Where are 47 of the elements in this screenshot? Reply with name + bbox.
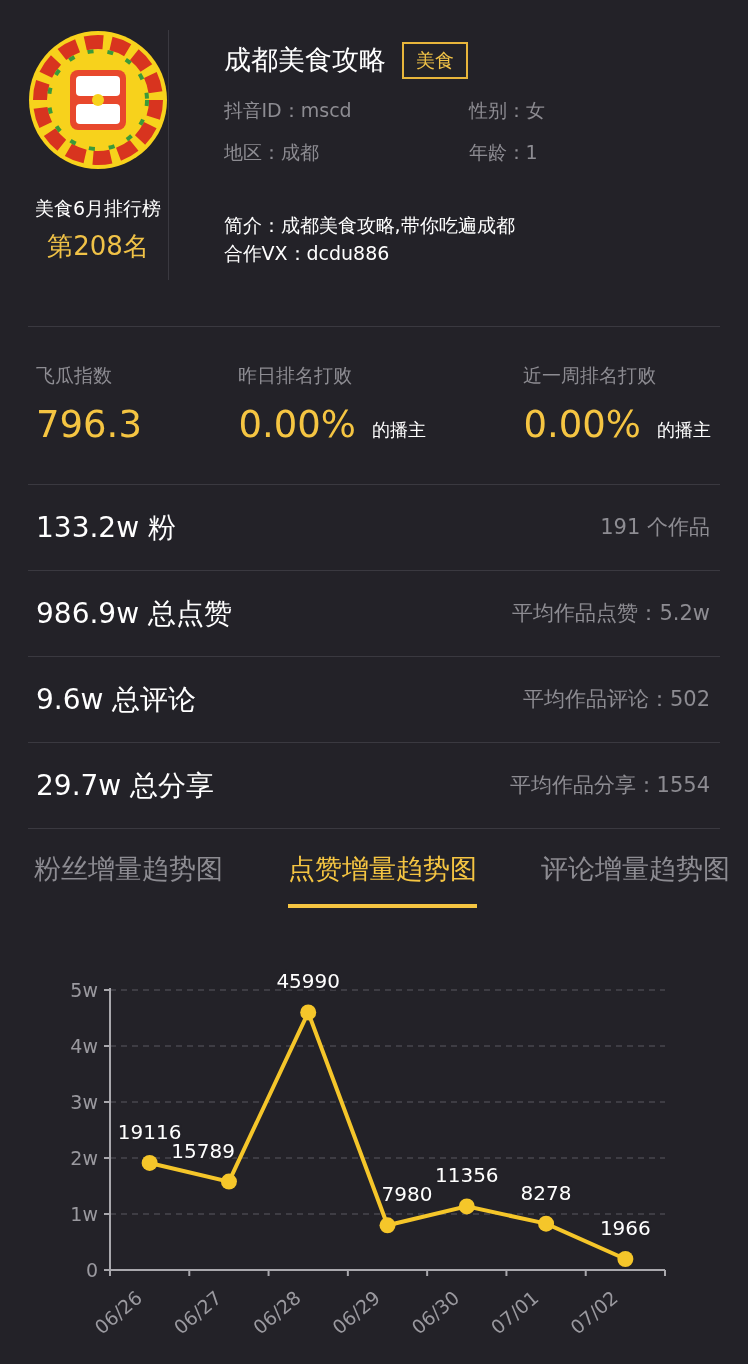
y-tick-label: 2w	[70, 1147, 98, 1169]
stat-value: 986.9w 总点赞	[36, 595, 232, 632]
chart-tab[interactable]: 粉丝增量趋势图	[34, 829, 223, 904]
index-suffix: 的播主	[657, 417, 711, 442]
data-label: 11356	[434, 1163, 499, 1188]
data-label: 45990	[276, 969, 341, 994]
stat-value: 29.7w 总分享	[36, 767, 215, 804]
index-label: 昨日排名打败	[238, 363, 354, 388]
data-point	[538, 1215, 555, 1232]
chart-tab[interactable]: 点赞增量趋势图	[287, 829, 477, 908]
data-point	[617, 1251, 634, 1267]
index-label: 近一周排名打败	[523, 363, 658, 388]
contact-text: 合作VX：dcdu886	[223, 241, 391, 266]
data-point	[458, 1198, 475, 1215]
stat-detail: 平均作品评论：502	[522, 685, 710, 713]
data-point	[141, 1154, 158, 1171]
index-suffix: 的播主	[372, 417, 426, 442]
account-name: 成都美食攻略	[223, 43, 386, 77]
stat-value: 9.6w 总评论	[36, 681, 197, 718]
y-tick-label: 0	[85, 1259, 98, 1281]
y-tick-label: 1w	[70, 1203, 98, 1225]
profile-field: 年龄：1	[468, 130, 714, 173]
data-point	[379, 1217, 396, 1234]
stat-value: 133.2w 粉	[36, 509, 176, 546]
y-tick-label: 5w	[70, 979, 98, 1001]
index-value: 0.00%	[523, 405, 641, 443]
data-label: 8278	[520, 1180, 572, 1205]
stat-detail: 平均作品点赞：5.2w	[512, 599, 710, 627]
data-point	[300, 1004, 317, 1021]
profile-field: 抖音ID：mscd	[223, 88, 469, 131]
ranking-title: 美食6月排行榜	[34, 196, 162, 221]
index-value: 796.3	[36, 405, 142, 443]
chart-tab[interactable]: 评论增量趋势图	[541, 829, 730, 904]
data-label: 1966	[599, 1216, 651, 1240]
profile-field: 性别：女	[468, 88, 714, 131]
stat-detail: 191 个作品	[600, 513, 710, 541]
y-tick-label: 3w	[70, 1091, 98, 1113]
index-label: 飞瓜指数	[36, 363, 113, 388]
profile-field: 地区：成都	[223, 130, 469, 173]
y-tick-label: 4w	[70, 1035, 98, 1057]
rank-number: 第208名	[47, 229, 149, 263]
category-tag: 美食	[401, 42, 468, 79]
data-label: 7980	[381, 1182, 433, 1207]
data-point	[220, 1173, 237, 1190]
index-value: 0.00%	[238, 405, 356, 443]
stat-detail: 平均作品分享：1554	[509, 771, 710, 799]
bio-text: 简介：成都美食攻略,带你吃遍成都	[223, 212, 516, 238]
